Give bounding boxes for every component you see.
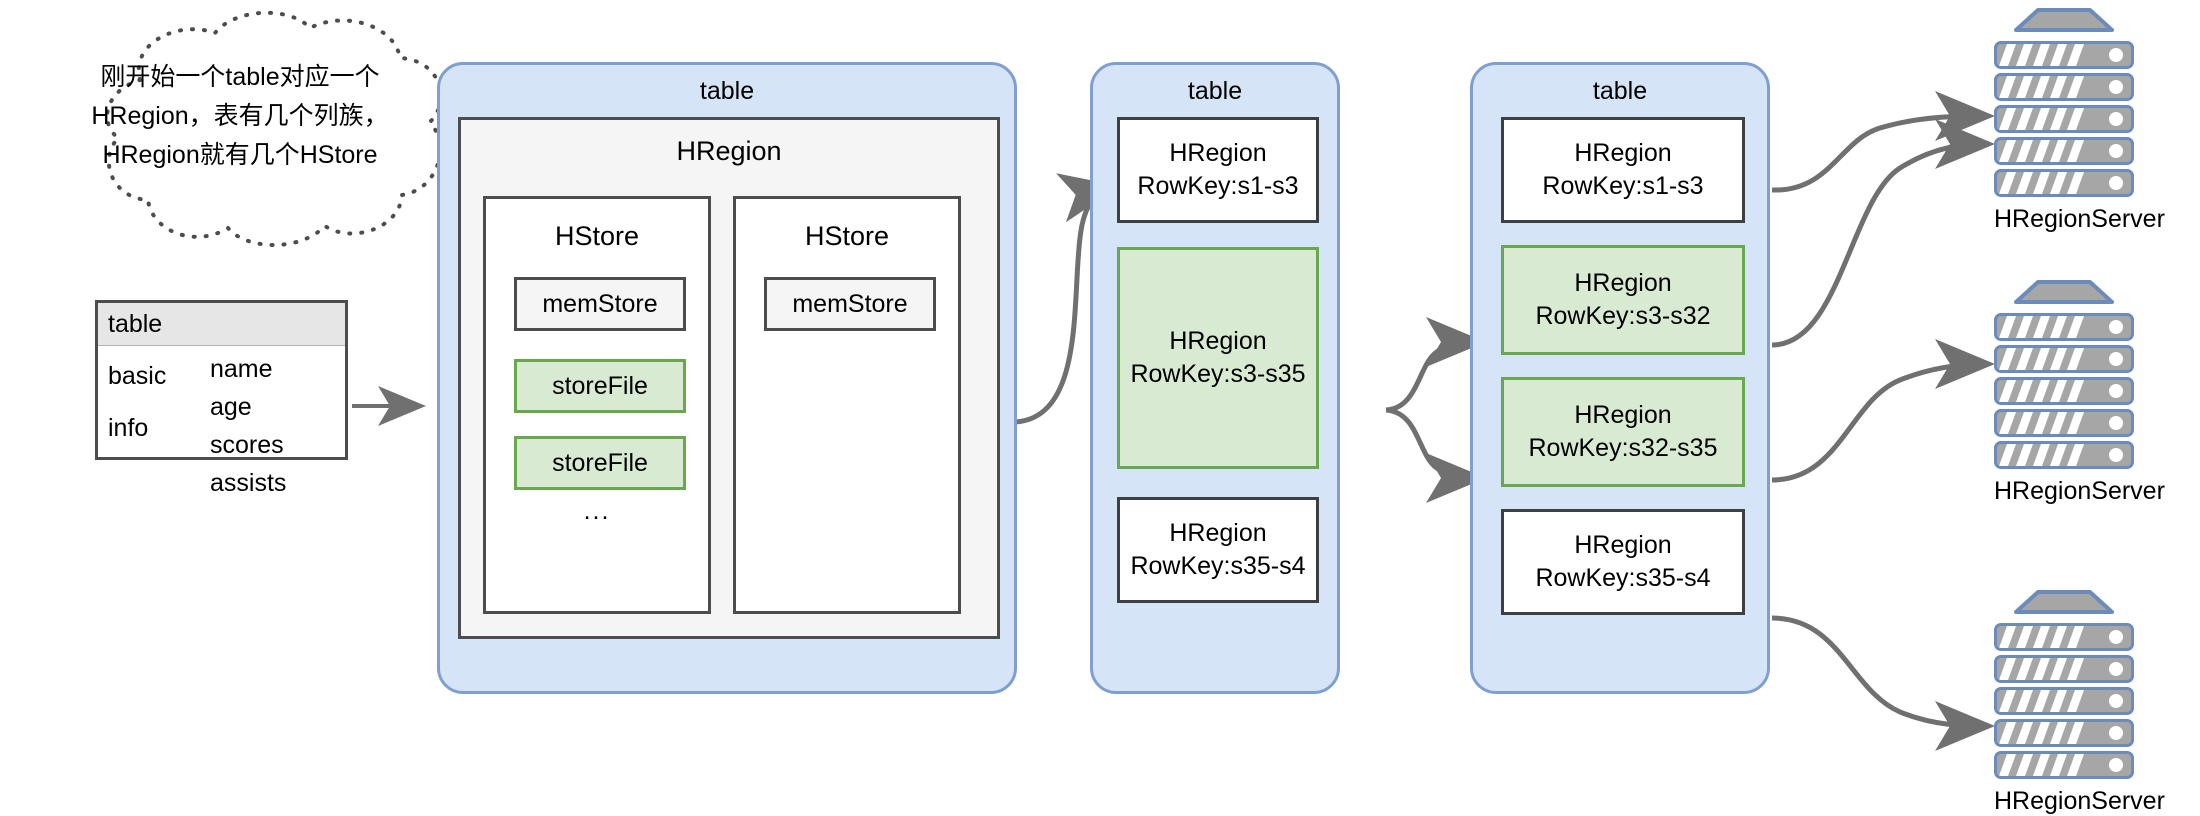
server-unit [1994, 623, 2134, 651]
region-rowkey: RowKey:s1-s3 [1137, 172, 1299, 200]
region-name: HRegion [1574, 401, 1672, 429]
hstore-label: HStore [804, 221, 890, 251]
table-2-title: table [1187, 77, 1243, 105]
arrow-region1-to-server1 [1771, 91, 1995, 193]
region-card: HRegion RowKey:s3-s32 [1501, 245, 1745, 355]
arrow-split-lower [1385, 407, 1486, 503]
arrow-region2-to-server1 [1771, 119, 1995, 348]
callout-line-2: HRegion，表有几个列族， [91, 102, 389, 130]
schema-qualifier: age [210, 393, 252, 421]
server-top-icon [2014, 590, 2114, 614]
hregion-label: HRegion [676, 136, 782, 166]
hregionserver-2: HRegionServer [1994, 278, 2165, 506]
schema-title: table [98, 303, 345, 346]
region-rowkey: RowKey:s3-s32 [1535, 302, 1711, 330]
table-container-1: table HRegion HStore memStore storeFile … [437, 62, 1017, 694]
server-unit [1994, 655, 2134, 683]
server-label: HRegionServer [1994, 205, 2165, 233]
callout-line-1: 刚开始一个table对应一个 [100, 63, 380, 91]
region-rowkey: RowKey:s3-s35 [1130, 360, 1306, 388]
schema-qualifier-column: name age scores assists [204, 350, 286, 502]
arrow-region3-to-server2 [1771, 339, 1995, 483]
server-unit [1994, 313, 2134, 341]
table-container-2: table HRegion RowKey:s1-s3 HRegion RowKe… [1090, 62, 1340, 694]
hregionserver-3: HRegionServer [1994, 588, 2165, 816]
server-unit [1994, 137, 2134, 165]
server-unit [1994, 41, 2134, 69]
server-unit [1994, 441, 2134, 469]
server-unit [1994, 719, 2134, 747]
hstore-label: HStore [554, 221, 640, 251]
diagram-canvas: 刚开始一个table对应一个 HRegion，表有几个列族， HRegion就有… [0, 0, 2200, 816]
region-card: HRegion RowKey:s3-s35 [1117, 247, 1319, 469]
region-rowkey: RowKey:s32-s35 [1528, 434, 1718, 462]
region-name: HRegion [1169, 139, 1267, 167]
region-name: HRegion [1169, 519, 1267, 547]
schema-qualifier: assists [210, 469, 287, 497]
schema-qualifier: name [210, 355, 273, 383]
arrow-region4-to-server3 [1771, 615, 1995, 751]
region-name: HRegion [1574, 269, 1672, 297]
server-top-icon [2014, 8, 2114, 32]
table-3-title: table [1592, 77, 1648, 105]
schema-family-column: basic info [98, 350, 204, 502]
table-container-3: table HRegion RowKey:s1-s3 HRegion RowKe… [1470, 62, 1770, 694]
region-card: HRegion RowKey:s1-s3 [1501, 117, 1745, 223]
schema-family: info [108, 414, 149, 442]
server-unit [1994, 751, 2134, 779]
memstore-box: memStore [764, 277, 936, 331]
hregionserver-1: HRegionServer [1994, 6, 2165, 234]
server-unit [1994, 169, 2134, 197]
server-top-icon [2014, 280, 2114, 304]
region-card: HRegion RowKey:s1-s3 [1117, 117, 1319, 223]
server-unit [1994, 409, 2134, 437]
hregion-box: HRegion HStore memStore storeFile storeF… [458, 117, 1000, 639]
server-label: HRegionServer [1994, 477, 2165, 505]
region-name: HRegion [1574, 531, 1672, 559]
region-card: HRegion RowKey:s35-s4 [1117, 497, 1319, 603]
table-1-title: table [699, 77, 755, 105]
region-card: HRegion RowKey:s32-s35 [1501, 377, 1745, 487]
storefile-box: storeFile [514, 359, 686, 413]
hstore-box-1: HStore memStore storeFile storeFile ... [483, 196, 711, 614]
arrow-split-upper [1385, 317, 1486, 413]
server-unit [1994, 345, 2134, 373]
schema-table: table basic info name age scores assists [95, 300, 348, 497]
server-unit [1994, 687, 2134, 715]
server-unit [1994, 105, 2134, 133]
callout-line-3: HRegion就有几个HStore [102, 141, 378, 169]
storefile-ellipsis: ... [583, 497, 611, 525]
region-name: HRegion [1169, 327, 1267, 355]
cloud-callout-text: 刚开始一个table对应一个 HRegion，表有几个列族， HRegion就有… [40, 58, 440, 175]
region-rowkey: RowKey:s35-s4 [1535, 564, 1711, 592]
server-unit [1994, 377, 2134, 405]
hstore-box-2: HStore memStore [733, 196, 961, 614]
server-label: HRegionServer [1994, 787, 2165, 815]
region-rowkey: RowKey:s1-s3 [1542, 172, 1704, 200]
schema-body: basic info name age scores assists [98, 346, 345, 502]
server-unit [1994, 73, 2134, 101]
region-name: HRegion [1574, 139, 1672, 167]
region-rowkey: RowKey:s35-s4 [1130, 552, 1306, 580]
schema-qualifier: scores [210, 431, 284, 459]
storefile-box: storeFile [514, 436, 686, 490]
memstore-box: memStore [514, 277, 686, 331]
region-card: HRegion RowKey:s35-s4 [1501, 509, 1745, 615]
schema-family: basic [108, 362, 167, 390]
